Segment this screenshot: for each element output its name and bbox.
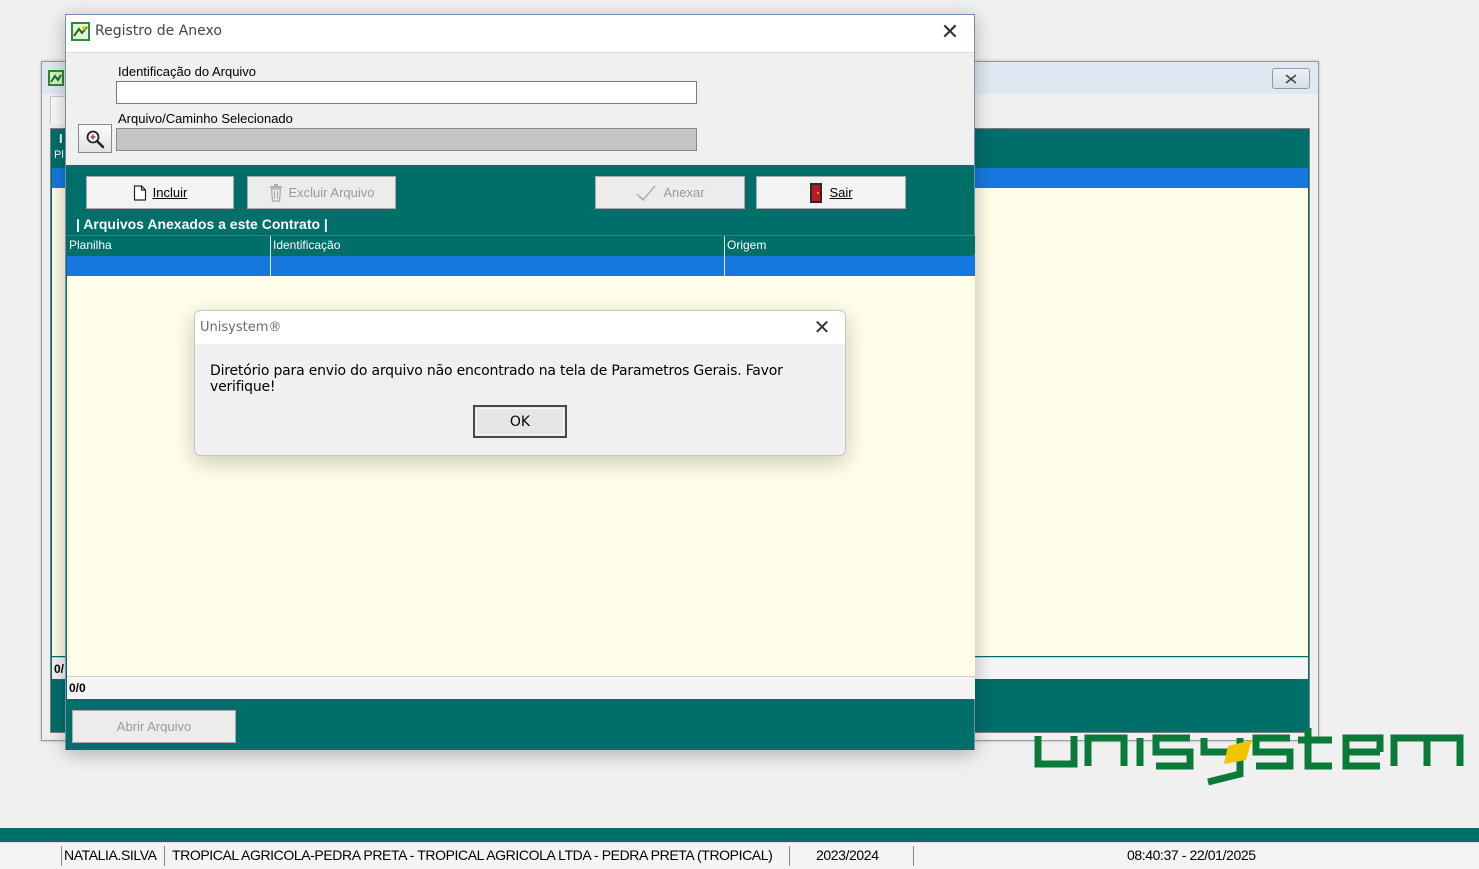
message-dialog-title: Unisystem®	[200, 320, 282, 335]
background-column-label: Pl	[54, 149, 64, 161]
status-separator	[789, 846, 790, 866]
caminho-input	[116, 128, 697, 151]
cell-divider	[724, 256, 725, 276]
status-separator	[61, 846, 62, 866]
status-separator	[164, 846, 165, 866]
incluir-button[interactable]: Incluir	[86, 176, 234, 209]
checkmark-icon	[636, 184, 656, 201]
trash-icon	[269, 183, 282, 202]
background-group-label: I	[59, 131, 63, 146]
identificacao-label: Identificação do Arquivo	[118, 64, 257, 79]
status-band	[0, 828, 1479, 842]
column-identificacao[interactable]: Identificação	[273, 238, 340, 252]
anexar-button[interactable]: Anexar	[595, 176, 745, 209]
background-window-close-button[interactable]	[1272, 68, 1310, 89]
incluir-label: Incluir	[152, 185, 188, 200]
sair-label: Sair	[829, 185, 853, 200]
abrir-arquivo-button[interactable]: Abrir Arquivo	[72, 710, 236, 743]
unisystem-logo	[1034, 728, 1464, 786]
exit-door-icon	[810, 182, 823, 203]
message-dialog: Unisystem® ✕ Diretório para envio do arq…	[194, 310, 846, 456]
arquivos-grid-header: Planilha Identificação Origem	[67, 235, 975, 276]
abrir-arquivo-label: Abrir Arquivo	[116, 719, 192, 734]
background-tab[interactable]	[50, 96, 66, 124]
message-close-button[interactable]: ✕	[811, 315, 833, 339]
column-origem[interactable]: Origem	[727, 238, 766, 252]
caminho-label: Arquivo/Caminho Selecionado	[118, 111, 293, 126]
status-company: TROPICAL AGRICOLA-PEDRA PRETA - TROPICAL…	[172, 847, 773, 863]
status-bar: NATALIA.SILVA TROPICAL AGRICOLA-PEDRA PR…	[0, 842, 1479, 869]
status-season: 2023/2024	[816, 847, 879, 863]
message-dialog-titlebar: Unisystem® ✕	[195, 311, 845, 344]
identificacao-input[interactable]	[116, 81, 697, 104]
ok-button[interactable]: OK	[473, 405, 567, 438]
cell-divider	[270, 256, 271, 276]
magnifier-icon	[86, 130, 105, 148]
status-user: NATALIA.SILVA	[64, 847, 157, 863]
column-planilha[interactable]: Planilha	[69, 238, 112, 252]
dialog-title: Registro de Anexo	[95, 23, 222, 39]
status-separator	[913, 846, 914, 866]
arquivos-grid-footer: 0/0	[67, 676, 975, 699]
sair-button[interactable]: Sair	[756, 176, 906, 209]
excluir-arquivo-label: Excluir Arquivo	[288, 185, 375, 200]
dialog-close-button[interactable]: ✕	[938, 19, 962, 47]
dialog-titlebar: Registro de Anexo ✕	[66, 15, 974, 53]
message-text: Diretório para envio do arquivo não enco…	[210, 363, 783, 395]
table-row[interactable]	[67, 256, 975, 276]
status-datetime: 08:40:37 - 22/01/2025	[1127, 847, 1256, 863]
new-file-icon	[133, 184, 146, 201]
close-icon	[1285, 73, 1297, 84]
excluir-arquivo-button[interactable]: Excluir Arquivo	[247, 176, 396, 209]
background-record-count: 0/	[54, 662, 65, 676]
record-count: 0/0	[69, 681, 86, 695]
anexar-label: Anexar	[663, 185, 705, 200]
arquivos-group-label: | Arquivos Anexados a este Contrato |	[76, 216, 328, 232]
browse-file-button[interactable]	[78, 124, 112, 153]
app-icon	[48, 70, 64, 86]
app-icon	[71, 22, 90, 41]
